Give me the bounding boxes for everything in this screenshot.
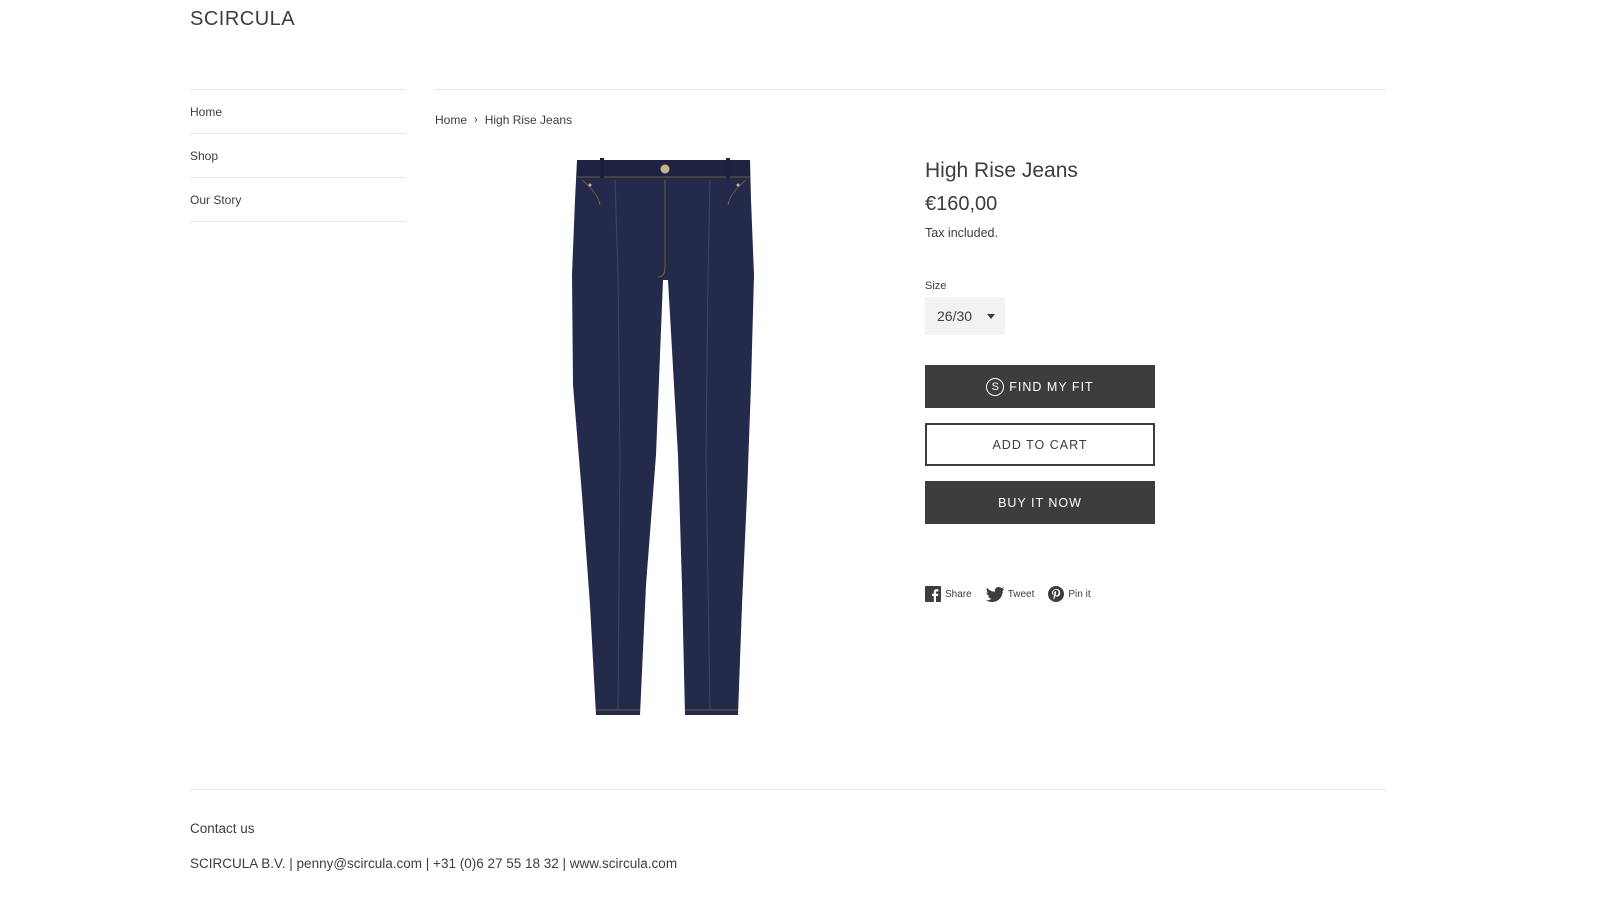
fit-logo-icon: S bbox=[986, 377, 1005, 396]
sidebar-nav: Home Shop Our Story bbox=[190, 89, 406, 222]
jeans-button bbox=[660, 164, 670, 174]
product-price: €160,00 bbox=[925, 193, 998, 215]
rivet bbox=[588, 183, 592, 187]
share-twitter-label: Tweet bbox=[1007, 588, 1035, 600]
size-label: Size bbox=[925, 280, 947, 292]
share-row: Share Tweet Pin it bbox=[925, 586, 1185, 602]
buy-it-now-button[interactable]: BUY IT NOW bbox=[925, 481, 1155, 524]
facebook-icon bbox=[925, 586, 941, 602]
buy-it-now-label: BUY IT NOW bbox=[998, 495, 1082, 510]
rivet bbox=[736, 183, 740, 187]
pinterest-icon bbox=[1048, 586, 1065, 602]
breadcrumb-separator: › bbox=[474, 114, 478, 126]
size-select[interactable]: 26/30 bbox=[925, 297, 1005, 335]
share-facebook-link[interactable]: Share bbox=[925, 586, 972, 602]
footer-contact-title: Contact us bbox=[190, 821, 255, 836]
breadcrumb-home-link[interactable]: Home bbox=[435, 113, 467, 127]
add-to-cart-button[interactable]: ADD TO CART bbox=[925, 423, 1155, 466]
add-to-cart-label: ADD TO CART bbox=[992, 437, 1088, 452]
product-image[interactable] bbox=[560, 155, 770, 725]
footer-divider bbox=[190, 789, 1386, 790]
site-logo[interactable]: SCIRCULA bbox=[190, 8, 295, 31]
tax-note: Tax included. bbox=[925, 226, 998, 240]
page: SCIRCULA Home Shop Our Story Home › High… bbox=[0, 0, 1600, 900]
sidebar-item-home[interactable]: Home bbox=[190, 89, 406, 133]
product-info: High Rise Jeans €160,00 Tax included. Si… bbox=[925, 155, 1185, 602]
sidebar-item-shop[interactable]: Shop bbox=[190, 133, 406, 177]
breadcrumb-current: High Rise Jeans bbox=[484, 113, 573, 127]
twitter-icon bbox=[985, 586, 1004, 602]
share-twitter-link[interactable]: Tweet bbox=[985, 586, 1035, 602]
footer-contact-info: SCIRCULA B.V. | penny@scircula.com | +31… bbox=[190, 856, 678, 871]
belt-loop bbox=[600, 158, 604, 178]
jeans-image bbox=[572, 158, 754, 715]
product-title: High Rise Jeans bbox=[925, 159, 1078, 182]
share-pinterest-label: Pin it bbox=[1068, 588, 1091, 600]
share-pinterest-link[interactable]: Pin it bbox=[1048, 586, 1091, 602]
share-facebook-label: Share bbox=[945, 588, 972, 600]
breadcrumb: Home › High Rise Jeans bbox=[435, 113, 572, 127]
sidebar-item-our-story[interactable]: Our Story bbox=[190, 177, 406, 222]
find-my-fit-label: FIND MY FIT bbox=[1009, 379, 1094, 394]
belt-loop bbox=[726, 158, 730, 178]
jeans-body bbox=[572, 160, 754, 715]
main-divider bbox=[435, 89, 1386, 90]
chevron-down-icon bbox=[987, 313, 995, 319]
find-my-fit-button[interactable]: S FIND MY FIT bbox=[925, 365, 1155, 408]
size-value: 26/30 bbox=[937, 308, 973, 324]
